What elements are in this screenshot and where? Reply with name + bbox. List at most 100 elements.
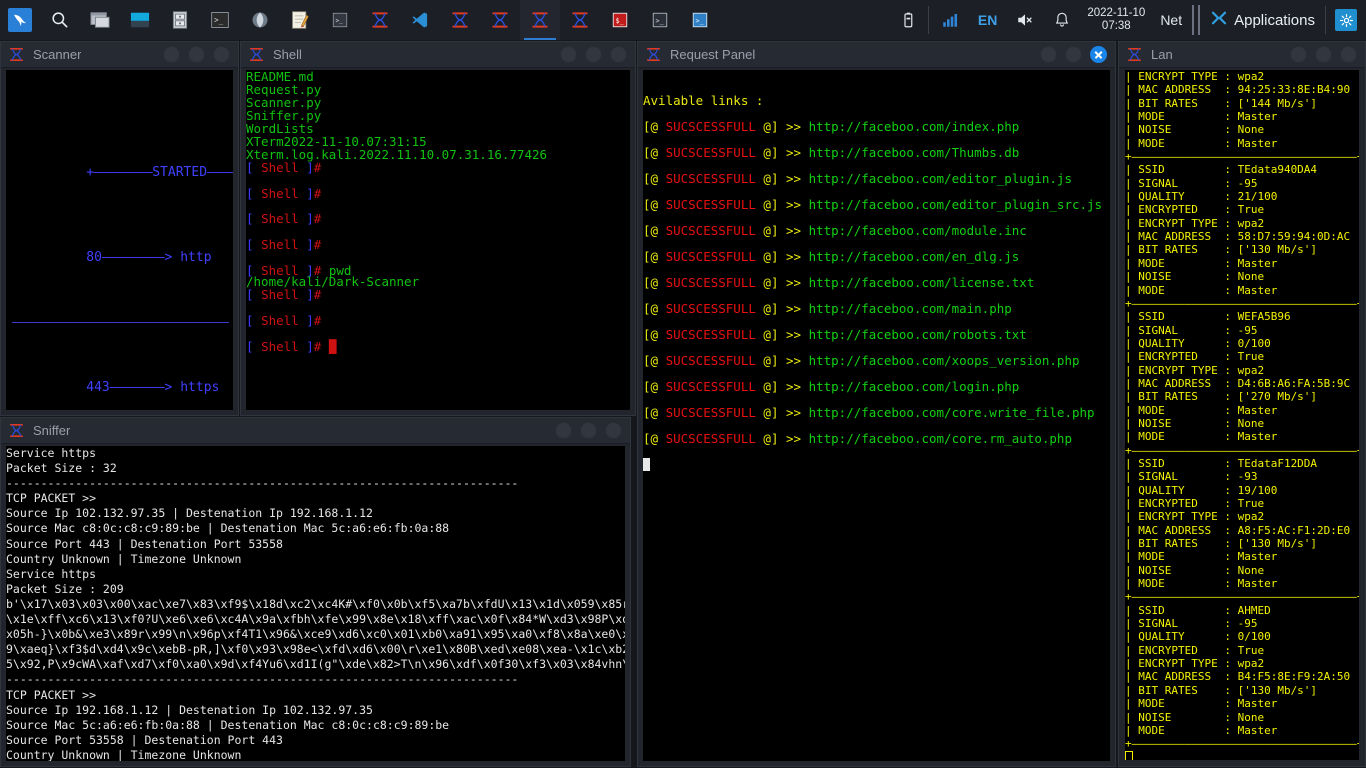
shell-window[interactable]: Shell README.md Request.py Scanner.py Sniff… — [240, 41, 636, 416]
terminal-icon[interactable]: >_ — [200, 0, 240, 40]
lan-field-row: | SIGNAL : -95 — [1125, 617, 1258, 631]
volume-muted-icon[interactable] — [1006, 0, 1044, 40]
maximize-button[interactable] — [1065, 46, 1082, 63]
minimize-button[interactable] — [163, 46, 180, 63]
request-link-row[interactable]: [@ SUCSCESSFULL @] >> http://faceboo.com… — [643, 114, 1110, 140]
sniffer-line: \x1e\xff\xc6\x13\xf0?U\xe6\xe6\xc4A\x9a\… — [6, 612, 625, 627]
sniffer-title: Sniffer — [33, 423, 71, 438]
xterm-icon[interactable] — [440, 0, 480, 40]
lan-window[interactable]: Lan | ENCRYPT TYPE : wpa2 | MAC ADDRESS :… — [1118, 41, 1366, 767]
sniffer-titlebar[interactable]: Sniffer — [1, 418, 630, 444]
network-label[interactable]: Net — [1152, 12, 1190, 28]
lan-terminal[interactable]: | ENCRYPT TYPE : wpa2 | MAC ADDRESS : 94:… — [1125, 70, 1359, 760]
request-link-row[interactable]: [@ SUCSCESSFULL @] >> http://faceboo.com… — [643, 166, 1110, 192]
file-manager-icon[interactable] — [160, 0, 200, 40]
minimize-button[interactable] — [555, 422, 572, 439]
sniffer-window[interactable]: Sniffer Service https Packet Size : 32 ---… — [0, 417, 631, 767]
lan-field-row: | MAC ADDRESS : 94:25:33:8E:B4:90 — [1125, 83, 1351, 97]
text-cursor — [643, 458, 650, 471]
lan-field-row: | MODE : Master — [1125, 136, 1278, 150]
window-manager-icon[interactable] — [80, 0, 120, 40]
clock[interactable]: 2022-11-10 07:38 — [1080, 7, 1152, 33]
signal-bars-icon[interactable] — [931, 0, 969, 40]
gear-icon[interactable] — [1335, 9, 1357, 31]
request-link-row[interactable]: [@ SUCSCESSFULL @] >> http://faceboo.com… — [643, 218, 1110, 244]
tray-divider-thick-2 — [1198, 5, 1201, 35]
close-button[interactable] — [610, 46, 627, 63]
minimize-button[interactable] — [1290, 46, 1307, 63]
request-link: http://faceboo.com/license.txt — [808, 275, 1035, 290]
sniffer-line: Service https — [6, 566, 97, 581]
minimize-button[interactable] — [560, 46, 577, 63]
request-link-row[interactable]: [@ SUCSCESSFULL @] >> http://faceboo.com… — [643, 140, 1110, 166]
request-terminal[interactable]: Avilable links : [@ SUCSCESSFULL @] >> ht… — [643, 70, 1110, 761]
lan-cursor-row — [1125, 750, 1359, 760]
blue-terminal-icon[interactable]: >_ — [680, 0, 720, 40]
xterm-icon[interactable] — [560, 0, 600, 40]
lan-field-row: | QUALITY : 21/100 — [1125, 190, 1278, 204]
request-link-row[interactable]: [@ SUCSCESSFULL @] >> http://faceboo.com… — [643, 400, 1110, 426]
applications-menu[interactable]: Applications — [1202, 9, 1323, 31]
request-link-row[interactable]: [@ SUCSCESSFULL @] >> http://faceboo.com… — [643, 374, 1110, 400]
tray-divider-3 — [1325, 6, 1326, 34]
request-link-row[interactable]: [@ SUCSCESSFULL @] >> http://faceboo.com… — [643, 296, 1110, 322]
maximize-button[interactable] — [585, 46, 602, 63]
maximize-button[interactable] — [1315, 46, 1332, 63]
bell-icon[interactable] — [1044, 0, 1080, 40]
status-badge: SUCSCESSFULL — [665, 275, 756, 290]
dark-terminal-icon[interactable]: >_ — [640, 0, 680, 40]
maximize-button[interactable] — [580, 422, 597, 439]
workspace-icon[interactable] — [120, 0, 160, 40]
request-panel-window[interactable]: Request Panel Avilable links : [@ SUCSCES… — [637, 41, 1116, 767]
request-link-row[interactable]: [@ SUCSCESSFULL @] >> http://faceboo.com… — [643, 192, 1110, 218]
request-link-row[interactable]: [@ SUCSCESSFULL @] >> http://faceboo.com… — [643, 244, 1110, 270]
close-button[interactable] — [213, 46, 230, 63]
lan-field-row: | MAC ADDRESS : A8:F5:AC:F1:2D:E0 — [1125, 523, 1351, 537]
status-badge: SUCSCESSFULL — [665, 171, 756, 186]
request-link-row[interactable]: [@ SUCSCESSFULL @] >> http://faceboo.com… — [643, 348, 1110, 374]
sniffer-terminal[interactable]: Service https Packet Size : 32 -----------… — [6, 446, 625, 761]
lan-titlebar[interactable]: Lan — [1119, 42, 1365, 68]
lan-field-row: | BIT RATES : ['130 Mb/s'] — [1125, 243, 1318, 257]
scanner-title: Scanner — [33, 47, 82, 62]
request-window-controls — [1040, 46, 1111, 63]
scanner-service: http — [180, 250, 212, 265]
text-editor-icon[interactable] — [280, 0, 320, 40]
minimize-button[interactable] — [1040, 46, 1057, 63]
request-link: http://faceboo.com/main.php — [808, 301, 1012, 316]
scanner-titlebar[interactable]: Scanner — [1, 42, 238, 68]
request-link: http://faceboo.com/en_dlg.js — [808, 249, 1020, 264]
scanner-window[interactable]: Scanner +————————STARTED—————————+ 80———… — [0, 41, 239, 416]
request-link-row[interactable]: [@ SUCSCESSFULL @] >> http://faceboo.com… — [643, 322, 1110, 348]
vscode-icon[interactable] — [400, 0, 440, 40]
xterm-icon — [5, 44, 27, 66]
taskbar-tray: EN 2022-11-10 07:38 Net Applications — [890, 0, 1366, 40]
sniffer-line: TCP PACKET >> — [6, 491, 97, 506]
close-button[interactable] — [1090, 46, 1107, 63]
scanner-terminal[interactable]: +————————STARTED—————————+ 80————————> h… — [6, 70, 233, 410]
xterm-icon[interactable] — [480, 0, 520, 40]
maximize-button[interactable] — [188, 46, 205, 63]
close-button[interactable] — [605, 422, 622, 439]
kali-menu-icon[interactable] — [0, 0, 40, 40]
request-link: http://faceboo.com/module.inc — [808, 223, 1027, 238]
xterm-icon[interactable] — [360, 0, 400, 40]
xterm-icon-active[interactable] — [520, 0, 560, 40]
shell-terminal[interactable]: README.md Request.py Scanner.py Sniffer.py W… — [246, 70, 630, 410]
request-link-row[interactable]: [@ SUCSCESSFULL @] >> http://faceboo.com… — [643, 426, 1110, 452]
request-link-row[interactable]: [@ SUCSCESSFULL @] >> http://faceboo.com… — [643, 270, 1110, 296]
battery-icon[interactable] — [890, 0, 926, 40]
language-indicator[interactable]: EN — [969, 0, 1006, 40]
red-terminal-icon[interactable]: $_ — [600, 0, 640, 40]
clock-time: 07:38 — [1101, 20, 1131, 32]
status-badge: SUCSCESSFULL — [665, 405, 756, 420]
browser-icon[interactable] — [240, 0, 280, 40]
search-icon[interactable] — [40, 0, 80, 40]
shell-titlebar[interactable]: Shell — [241, 42, 635, 68]
lan-field-row: | ENCRYPT TYPE : wpa2 — [1125, 70, 1265, 83]
console-icon[interactable]: >_ — [320, 0, 360, 40]
close-button[interactable] — [1340, 46, 1357, 63]
lan-window-controls — [1290, 46, 1361, 63]
request-titlebar[interactable]: Request Panel — [638, 42, 1115, 68]
sniffer-line: Country Unknown | Timezone Unknown — [6, 747, 242, 761]
